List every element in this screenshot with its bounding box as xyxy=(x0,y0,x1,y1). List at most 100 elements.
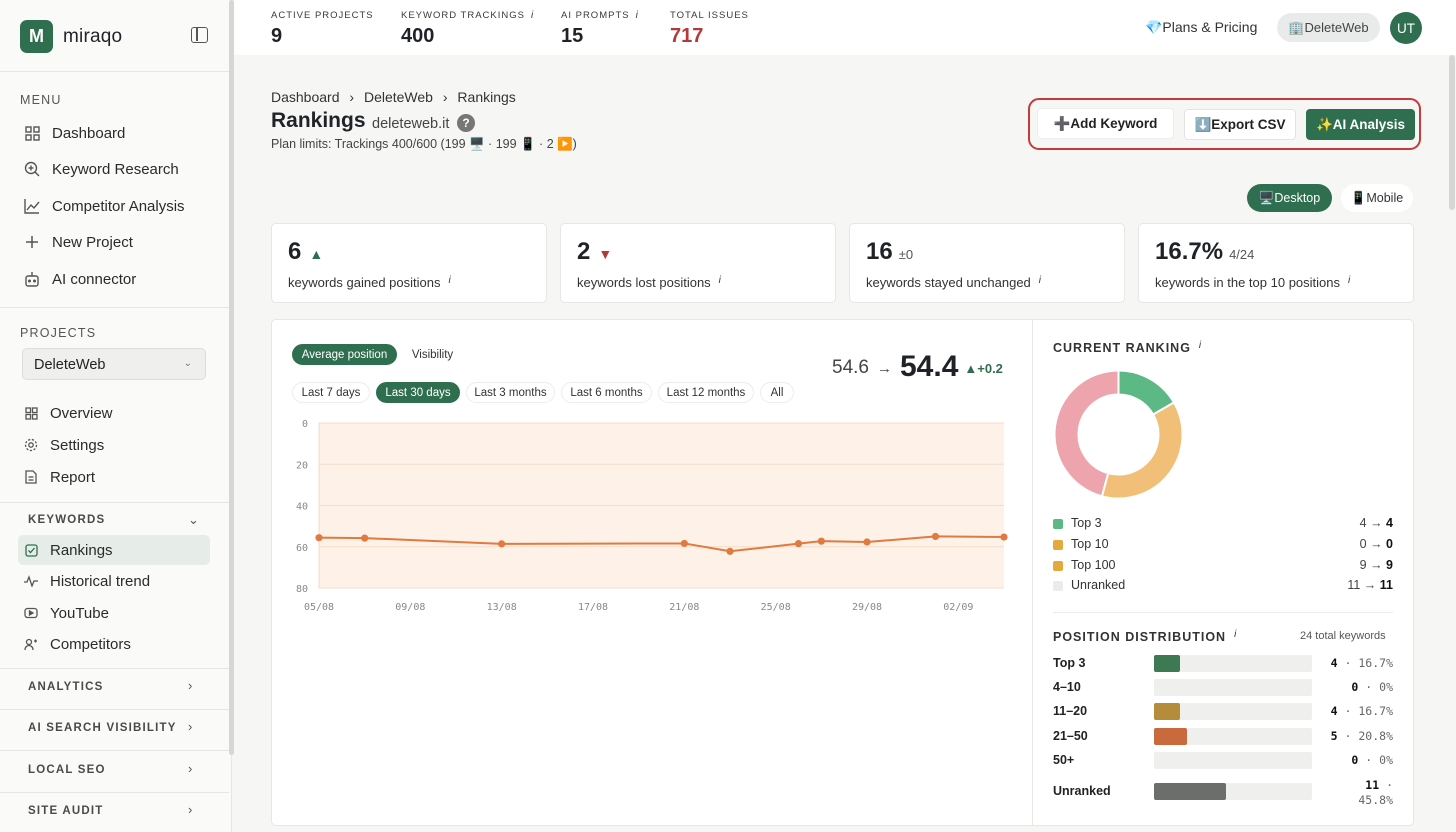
distribution-label: Unranked xyxy=(1053,784,1111,798)
card-value: 6 ▲ xyxy=(288,238,324,265)
y-tick-label: 20 xyxy=(296,460,308,471)
range-last-6-months[interactable]: Last 6 months xyxy=(561,382,652,403)
checkbox-icon xyxy=(24,543,38,557)
section-keywords[interactable]: KEYWORDS xyxy=(28,514,105,526)
main-scrollbar[interactable] xyxy=(1449,55,1455,210)
mobile-toggle[interactable]: 📱Mobile xyxy=(1341,184,1413,212)
sidebar: M miraqo MENU Dashboard Keyword Research… xyxy=(0,0,232,832)
nav-new-project[interactable]: New Project xyxy=(24,231,133,253)
breadcrumb-project[interactable]: DeleteWeb xyxy=(364,89,433,105)
range-all[interactable]: All xyxy=(760,382,794,403)
divider xyxy=(0,71,229,72)
distribution-row: 21–50 5 · 20.8% xyxy=(1053,728,1393,746)
metric-average-position[interactable]: Average position xyxy=(292,344,397,365)
stat-label: TOTAL ISSUES xyxy=(670,10,749,21)
range-last-12-months[interactable]: Last 12 months xyxy=(658,382,754,403)
workspace-chip[interactable]: 🏢DeleteWeb xyxy=(1277,13,1380,42)
nav-label: New Project xyxy=(52,233,133,251)
legend-value: 9 → 9 xyxy=(1359,558,1393,572)
breadcrumb-dashboard[interactable]: Dashboard xyxy=(271,89,340,105)
section-analytics[interactable]: ANALYTICS xyxy=(28,681,104,693)
info-icon[interactable]: i xyxy=(531,10,534,21)
chevron-right-icon[interactable]: › xyxy=(188,802,192,817)
chevron-right-icon[interactable]: › xyxy=(188,678,192,693)
divider xyxy=(1053,612,1393,613)
legend-value: 11 → 11 xyxy=(1347,578,1393,592)
divider xyxy=(0,709,229,710)
data-point xyxy=(1000,533,1008,541)
card-label: keywords in the top 10 positions i xyxy=(1155,275,1351,290)
current-average: 54.4 xyxy=(899,350,959,383)
legend-row-unranked: Unranked 11 → 11 xyxy=(1053,577,1393,595)
chevron-right-icon[interactable]: › xyxy=(188,761,192,776)
plans-pricing-link[interactable]: 💎Plans & Pricing xyxy=(1145,19,1257,36)
card-extra: ±0 xyxy=(898,247,914,262)
info-icon[interactable]: i xyxy=(1039,275,1041,286)
stat-total-issues[interactable]: TOTAL ISSUES 717 xyxy=(670,10,749,48)
nav-label: Historical trend xyxy=(50,572,151,590)
project-select[interactable]: DeleteWeb ⌄ xyxy=(22,348,206,380)
nav-dashboard[interactable]: Dashboard xyxy=(24,122,125,144)
sidebar-scrollbar[interactable] xyxy=(229,0,234,755)
distribution-bar xyxy=(1154,655,1181,672)
data-point xyxy=(361,534,369,542)
card-label: keywords gained positions i xyxy=(288,275,451,290)
legend-name: Top 3 xyxy=(1071,516,1102,530)
info-icon[interactable]: i xyxy=(1199,340,1202,351)
divider xyxy=(0,792,229,793)
metric-visibility[interactable]: Visibility xyxy=(402,344,463,365)
info-icon[interactable]: i xyxy=(719,275,721,286)
nav-ai-connector[interactable]: AI connector xyxy=(24,268,136,290)
ai-analysis-button[interactable]: ✨AI Analysis xyxy=(1306,109,1415,140)
distribution-track xyxy=(1154,783,1312,800)
info-icon[interactable]: i xyxy=(636,10,639,21)
x-tick-label: 09/08 xyxy=(395,602,425,613)
add-keyword-button[interactable]: ➕Add Keyword xyxy=(1037,108,1174,139)
chevron-down-icon[interactable]: ⌄ xyxy=(188,512,199,528)
range-last-30-days[interactable]: Last 30 days xyxy=(376,382,460,403)
nav-overview[interactable]: Overview xyxy=(24,402,113,424)
breadcrumb-current: Rankings xyxy=(457,89,516,105)
sidebar-collapse-icon[interactable] xyxy=(191,27,208,43)
info-icon[interactable]: i xyxy=(1234,629,1237,640)
nav-label: Keyword Research xyxy=(52,160,179,178)
nav-report[interactable]: Report xyxy=(24,466,95,488)
breadcrumb: Dashboard › DeleteWeb › Rankings xyxy=(271,89,516,105)
nav-label: Competitors xyxy=(50,635,131,653)
x-tick-label: 02/09 xyxy=(943,602,973,613)
distribution-value: 0 · 0% xyxy=(1351,680,1393,694)
y-tick-label: 80 xyxy=(296,584,308,595)
distribution-value: 5 · 20.8% xyxy=(1330,729,1393,743)
nav-rankings[interactable]: Rankings xyxy=(24,539,113,561)
help-icon[interactable]: ? xyxy=(457,114,475,132)
section-local-seo[interactable]: LOCAL SEO xyxy=(28,764,106,776)
card-extra: 4/24 xyxy=(1229,247,1255,262)
card-value: 16.7% 4/24 xyxy=(1155,238,1255,265)
nav-keyword-research[interactable]: Keyword Research xyxy=(24,158,179,180)
nav-competitors[interactable]: Competitors xyxy=(24,633,131,655)
info-icon[interactable]: i xyxy=(448,275,450,286)
projects-label: PROJECTS xyxy=(20,326,97,340)
data-point xyxy=(680,539,688,548)
section-ai-search-visibility[interactable]: AI SEARCH VISIBILITY xyxy=(28,722,177,734)
stat-label: AI PROMPTS i xyxy=(561,10,639,21)
range-last-3-months[interactable]: Last 3 months xyxy=(466,382,555,403)
current-ranking-title: CURRENT RANKING i xyxy=(1053,340,1203,355)
brand-logo-icon[interactable]: M xyxy=(20,20,53,53)
nav-historical-trend[interactable]: Historical trend xyxy=(24,570,150,592)
desktop-toggle[interactable]: 🖥️Desktop xyxy=(1247,184,1332,212)
nav-youtube[interactable]: YouTube xyxy=(24,602,109,624)
project-domain: deleteweb.it xyxy=(372,116,450,132)
avatar[interactable]: UT xyxy=(1390,12,1422,44)
distribution-track xyxy=(1154,728,1312,745)
card-value: 16 ±0 xyxy=(866,238,914,265)
stat-label: KEYWORD TRACKINGS i xyxy=(401,10,535,21)
range-last-7-days[interactable]: Last 7 days xyxy=(292,382,370,403)
section-site-audit[interactable]: SITE AUDIT xyxy=(28,805,103,817)
nav-competitor-analysis[interactable]: Competitor Analysis xyxy=(24,195,185,217)
chevron-right-icon[interactable]: › xyxy=(188,719,192,734)
info-icon[interactable]: i xyxy=(1348,275,1350,286)
average-position-summary: 54.6 → 54.4 ▲+0.2 xyxy=(832,347,1003,383)
export-csv-button[interactable]: ⬇️Export CSV xyxy=(1184,109,1296,140)
nav-settings[interactable]: Settings xyxy=(24,434,104,456)
